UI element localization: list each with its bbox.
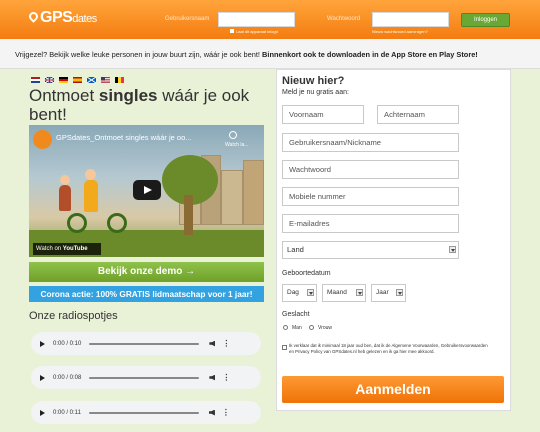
password-label: Wachtwoord bbox=[327, 16, 361, 22]
year-value: Jaar bbox=[376, 289, 389, 296]
month-value: Maand bbox=[327, 289, 347, 296]
us-flag-icon[interactable] bbox=[101, 77, 110, 83]
play-icon[interactable] bbox=[40, 409, 45, 416]
firstname-input[interactable]: Voornaam bbox=[282, 105, 364, 124]
email-input[interactable]: E-mailadres bbox=[282, 214, 459, 233]
corona-banner[interactable]: Corona actie: 100% GRATIS lidmaatschap v… bbox=[29, 286, 264, 302]
nl-flag-icon[interactable] bbox=[31, 77, 40, 83]
audio-time: 0:00 / 0:11 bbox=[53, 409, 81, 416]
signup-subtitle: Meld je nu gratis aan: bbox=[282, 89, 349, 96]
login-password-input[interactable] bbox=[372, 12, 449, 27]
scotland-flag-icon[interactable] bbox=[87, 77, 96, 83]
password-input[interactable]: Wachtwoord bbox=[282, 160, 459, 179]
audio-progress-bar[interactable] bbox=[89, 376, 200, 379]
gb-flag-icon[interactable] bbox=[45, 77, 54, 83]
play-icon[interactable] bbox=[40, 374, 45, 381]
play-button[interactable] bbox=[133, 180, 161, 200]
watch-later-label: Watch la... bbox=[225, 142, 249, 148]
rider-illustration bbox=[84, 180, 98, 212]
logo[interactable]: GPSdates bbox=[27, 9, 97, 27]
channel-avatar[interactable] bbox=[33, 130, 52, 149]
headline-bold: singles bbox=[98, 86, 158, 105]
checkbox-icon bbox=[230, 29, 234, 33]
logo-small-text: dates bbox=[72, 13, 97, 25]
logo-text: GPS bbox=[40, 9, 73, 26]
watch-on-label: Watch on bbox=[36, 246, 62, 252]
phone-input[interactable]: Mobiele nummer bbox=[282, 187, 459, 206]
birthdate-label: Geboortedatum bbox=[282, 270, 331, 277]
page-headline: Ontmoet singles wáár je ook bent! bbox=[29, 86, 274, 124]
volume-icon[interactable] bbox=[209, 374, 216, 381]
map-pin-icon bbox=[27, 10, 40, 23]
chevron-down-icon bbox=[307, 289, 314, 296]
username-input[interactable]: Gebruikersnaam/Nickname bbox=[282, 133, 459, 152]
radio-title: Onze radiospotjes bbox=[29, 310, 118, 322]
more-options-icon[interactable]: ⋮ bbox=[222, 373, 230, 381]
building-illustration bbox=[221, 170, 243, 225]
remember-me-checkbox[interactable]: Laat dit apparaat inlogd bbox=[230, 29, 278, 34]
terms-text: Ik verklaar dat ik minimaal 18 jaar oud … bbox=[289, 343, 488, 354]
year-select[interactable]: Jaar bbox=[371, 284, 406, 302]
subheader-text: Vrijgezel? Bekijk welke leuke personen i… bbox=[15, 50, 478, 59]
audio-progress-bar[interactable] bbox=[88, 411, 199, 414]
es-flag-icon[interactable] bbox=[73, 77, 82, 83]
country-select[interactable]: Land bbox=[282, 241, 459, 259]
lastname-input[interactable]: Achternaam bbox=[377, 105, 459, 124]
day-value: Dag bbox=[287, 289, 299, 296]
be-flag-icon[interactable] bbox=[115, 77, 124, 83]
bike-wheel-illustration bbox=[107, 213, 127, 233]
building-illustration bbox=[243, 160, 264, 225]
bike-wheel-illustration bbox=[67, 213, 87, 233]
chevron-down-icon bbox=[356, 289, 363, 296]
video-player[interactable]: GPSdates_Ontmoet singles wáár je oo... W… bbox=[29, 125, 264, 257]
month-select[interactable]: Maand bbox=[322, 284, 366, 302]
forgot-password-link[interactable]: Nieuw wachtwoord aanvragen? bbox=[372, 29, 428, 34]
username-label: Gebruikersnaam bbox=[165, 16, 210, 22]
gender-female-radio[interactable] bbox=[309, 325, 314, 330]
audio-progress-bar[interactable] bbox=[89, 342, 200, 345]
signup-submit-button[interactable]: Aanmelden bbox=[282, 376, 504, 403]
signup-title: Nieuw hier? bbox=[282, 75, 345, 87]
login-button[interactable]: Inloggen bbox=[461, 13, 510, 27]
gender-label: Geslacht bbox=[282, 311, 310, 318]
language-flags bbox=[31, 77, 124, 83]
audio-time: 0:00 / 0:08 bbox=[53, 374, 82, 381]
rider-head-illustration bbox=[60, 175, 70, 185]
gender-male-radio[interactable] bbox=[283, 325, 288, 330]
remember-me-label: Laat dit apparaat inlogd bbox=[236, 29, 278, 34]
rider-head-illustration bbox=[85, 169, 96, 180]
audio-time: 0:00 / 0:10 bbox=[53, 340, 82, 347]
rider-illustration bbox=[59, 185, 71, 211]
volume-icon[interactable] bbox=[208, 409, 215, 416]
video-title[interactable]: GPSdates_Ontmoet singles wáár je oo... bbox=[56, 133, 192, 142]
day-select[interactable]: Dag bbox=[282, 284, 317, 302]
tree-trunk-illustration bbox=[184, 195, 193, 235]
demo-button[interactable]: Bekijk onze demo → bbox=[29, 262, 264, 282]
audio-player[interactable]: 0:00 / 0:10 ⋮ bbox=[31, 332, 261, 355]
audio-player[interactable]: 0:00 / 0:11 ⋮ bbox=[31, 401, 261, 424]
chevron-down-icon bbox=[396, 289, 403, 296]
more-options-icon[interactable]: ⋮ bbox=[222, 339, 230, 347]
watch-on-youtube-button[interactable]: Watch on YouTube bbox=[33, 243, 101, 255]
login-username-input[interactable] bbox=[218, 12, 295, 27]
chevron-down-icon bbox=[449, 246, 456, 253]
headline-part1: Ontmoet bbox=[29, 86, 99, 105]
youtube-label: YouTube bbox=[62, 246, 88, 252]
subheader-bold: Binnenkort ook te downloaden in de App S… bbox=[262, 50, 478, 59]
gender-female-label: Vrouw bbox=[318, 325, 332, 331]
volume-icon[interactable] bbox=[209, 340, 216, 347]
subheader-plain: Vrijgezel? Bekijk welke leuke personen i… bbox=[15, 50, 260, 59]
audio-player[interactable]: 0:00 / 0:08 ⋮ bbox=[31, 366, 261, 389]
play-icon[interactable] bbox=[40, 340, 45, 347]
gender-male-label: Man bbox=[292, 325, 302, 331]
country-value: Land bbox=[287, 245, 304, 254]
terms-checkbox[interactable] bbox=[282, 345, 287, 350]
clock-icon[interactable] bbox=[229, 131, 237, 139]
de-flag-icon[interactable] bbox=[59, 77, 68, 83]
more-options-icon[interactable]: ⋮ bbox=[222, 408, 230, 416]
